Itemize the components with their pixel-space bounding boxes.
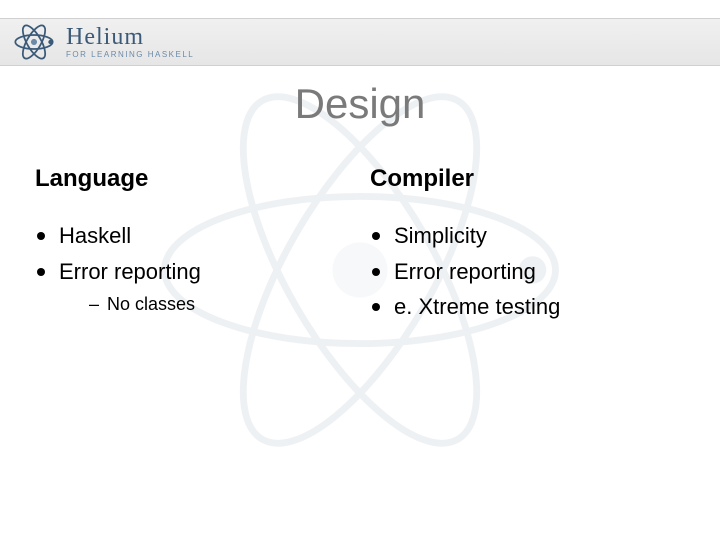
- column-right-heading: Compiler: [370, 165, 685, 193]
- list-item: e. Xtreme testing: [370, 292, 685, 322]
- bullet-text: Error reporting: [394, 259, 536, 284]
- bullet-text: Simplicity: [394, 223, 487, 248]
- right-bullet-list: Simplicity Error reporting e. Xtreme tes…: [370, 221, 685, 322]
- list-item: Haskell: [35, 221, 350, 251]
- bullet-text: Haskell: [59, 223, 131, 248]
- content-columns: Language Haskell Error reporting No clas…: [35, 165, 685, 328]
- atom-logo-icon: [12, 20, 56, 64]
- logo-tagline: FOR LEARNING HASKELL: [66, 51, 194, 59]
- list-item: Error reporting: [370, 257, 685, 287]
- list-item: Simplicity: [370, 221, 685, 251]
- column-left-heading: Language: [35, 165, 350, 193]
- sub-list-item: No classes: [89, 292, 350, 317]
- slide-title: Design: [0, 80, 720, 128]
- left-bullet-list: Haskell Error reporting No classes: [35, 221, 350, 318]
- logo-name: Helium: [66, 25, 194, 49]
- sub-bullet-text: No classes: [107, 294, 195, 314]
- bullet-text: Error reporting: [59, 259, 201, 284]
- slide: Helium FOR LEARNING HASKELL Design Langu…: [0, 0, 720, 540]
- column-right: Compiler Simplicity Error reporting e. X…: [350, 165, 685, 328]
- logo-text: Helium FOR LEARNING HASKELL: [66, 25, 194, 59]
- logo: Helium FOR LEARNING HASKELL: [12, 20, 194, 64]
- column-left: Language Haskell Error reporting No clas…: [35, 165, 350, 328]
- list-item: Error reporting No classes: [35, 257, 350, 318]
- header-bar: Helium FOR LEARNING HASKELL: [0, 18, 720, 66]
- sub-list: No classes: [89, 292, 350, 317]
- bullet-text: e. Xtreme testing: [394, 294, 560, 319]
